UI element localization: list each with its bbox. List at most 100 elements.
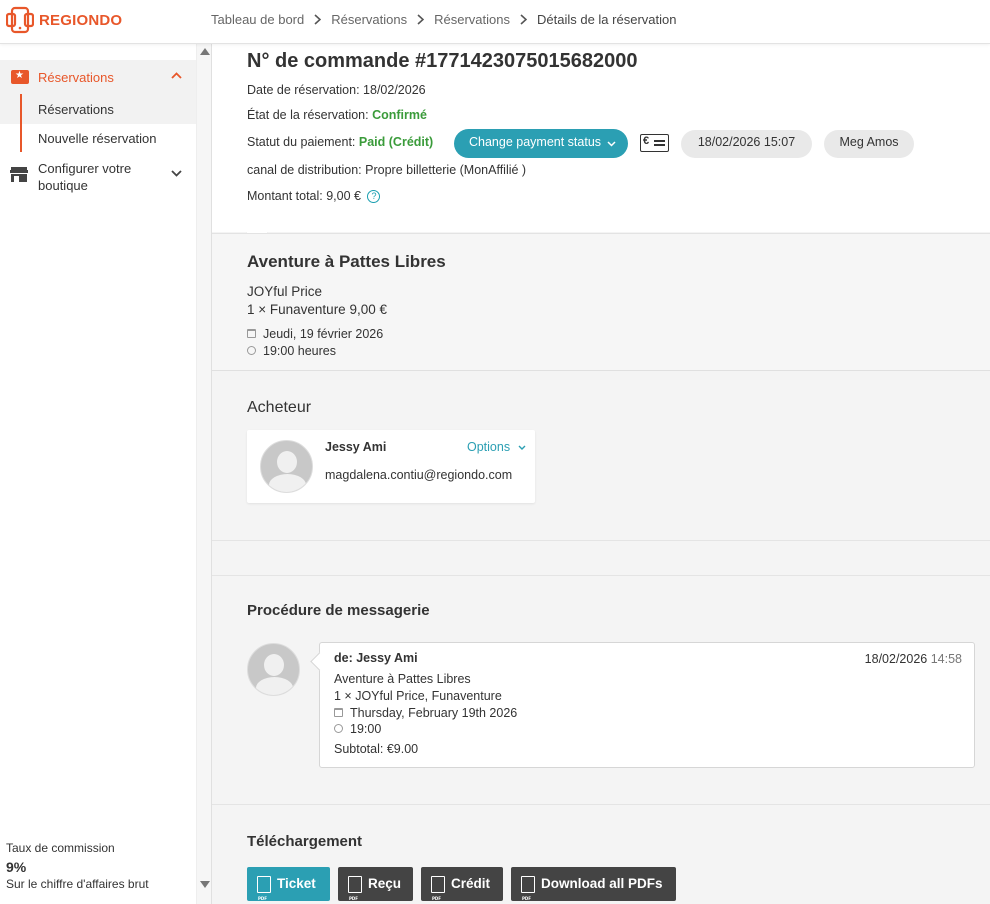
breadcrumb-dashboard[interactable]: Tableau de bord bbox=[211, 12, 304, 27]
avatar-body bbox=[269, 474, 306, 492]
chevron-down-icon bbox=[518, 445, 526, 451]
total-label: Montant total: bbox=[247, 189, 323, 203]
chevron-right-icon bbox=[314, 14, 322, 25]
regiondo-logo-icon bbox=[6, 6, 34, 34]
total-amount: Montant total: 9,00 € ? bbox=[247, 189, 381, 204]
cash-payment-icon[interactable]: € bbox=[640, 134, 669, 152]
button-label: Crédit bbox=[451, 876, 491, 891]
message-sender: de: Jessy Ami bbox=[334, 651, 418, 665]
avatar-head bbox=[264, 654, 284, 676]
avatar-head bbox=[277, 451, 297, 473]
button-label: Reçu bbox=[368, 876, 402, 891]
message-line: 1 × JOYful Price, Funaventure bbox=[334, 689, 502, 703]
pdf-icon bbox=[257, 876, 271, 904]
clock-icon bbox=[334, 724, 343, 734]
buyer-section: Acheteur Jessy Ami Options magdalena.con… bbox=[212, 372, 990, 540]
sidebar-item-label: Réservations bbox=[38, 70, 114, 85]
booking-status-value: Confirmé bbox=[372, 108, 427, 122]
message-timestamp: 18/02/2026 14:58 bbox=[865, 652, 962, 666]
breadcrumb-reservations[interactable]: Réservations bbox=[331, 12, 407, 27]
calendar-icon bbox=[334, 708, 343, 718]
downloads-section: Téléchargement Ticket Reçu Crédit Downlo… bbox=[212, 804, 990, 904]
sidebar-item-shop[interactable]: Configurer votre boutique bbox=[0, 159, 196, 197]
cash-line bbox=[654, 140, 665, 142]
breadcrumb-current: Détails de la réservation bbox=[537, 12, 677, 27]
booking-status-label: État de la réservation: bbox=[247, 108, 369, 122]
pdf-icon bbox=[348, 876, 362, 904]
channel-label: canal de distribution: bbox=[247, 163, 362, 177]
change-payment-label: Change payment status bbox=[469, 135, 602, 149]
button-label: Download all PDFs bbox=[541, 876, 663, 891]
product-time-value: 19:00 heures bbox=[263, 344, 336, 358]
download-credit-button[interactable]: Crédit bbox=[421, 867, 503, 904]
message-time-line: 19:00 bbox=[334, 722, 381, 736]
payment-status: Statut du paiement: Paid (Crédit) bbox=[247, 135, 433, 149]
options-dropdown[interactable]: Options bbox=[467, 440, 526, 454]
product-time: 19:00 heures bbox=[247, 344, 336, 358]
help-icon[interactable]: ? bbox=[367, 190, 381, 204]
booking-date-label: Date de réservation: bbox=[247, 83, 360, 97]
avatar bbox=[247, 643, 300, 696]
pdf-icon bbox=[521, 876, 535, 904]
sidebar-item-reservations[interactable]: Réservations bbox=[0, 60, 196, 94]
clock-icon bbox=[247, 346, 256, 356]
breadcrumb: Tableau de bord Réservations Réservation… bbox=[211, 12, 676, 27]
payment-status-label: Statut du paiement: bbox=[247, 135, 356, 149]
cash-line bbox=[654, 144, 665, 146]
sidebar-scrollbar[interactable] bbox=[196, 44, 211, 904]
scroll-up-icon[interactable] bbox=[200, 48, 210, 55]
product-section: Aventure à Pattes Libres JOYful Price 1 … bbox=[212, 233, 990, 371]
messaging-section: Procédure de messagerie de: Jessy Ami 18… bbox=[212, 576, 990, 804]
product-date: Jeudi, 19 février 2026 bbox=[247, 327, 383, 341]
commission-value: 9% bbox=[6, 859, 27, 875]
star-ticket-icon bbox=[11, 70, 29, 84]
product-date-value: Jeudi, 19 février 2026 bbox=[263, 327, 384, 341]
button-label: Ticket bbox=[277, 876, 316, 891]
top-bar: REGIONDO Tableau de bord Réservations Ré… bbox=[0, 0, 990, 44]
message-line: Aventure à Pattes Libres bbox=[334, 672, 471, 686]
message-time-text: 19:00 bbox=[350, 722, 382, 736]
chevron-up-icon bbox=[171, 72, 182, 79]
sidebar-item-label: Configurer votre boutique bbox=[38, 161, 132, 193]
logo-text: REGIONDO bbox=[39, 11, 123, 29]
submenu-indicator bbox=[20, 94, 22, 152]
options-label: Options bbox=[467, 440, 511, 454]
sidebar-subitem-reservations[interactable]: Réservations bbox=[38, 102, 114, 117]
messaging-heading: Procédure de messagerie bbox=[247, 602, 430, 619]
message-date: 18/02/2026 bbox=[864, 652, 928, 666]
message-bubble: de: Jessy Ami 18/02/2026 14:58 Aventure … bbox=[319, 642, 975, 768]
chevron-right-icon bbox=[520, 14, 527, 25]
order-number: N° de commande #1771423075015682000 bbox=[247, 50, 638, 72]
chevron-right-icon bbox=[417, 14, 425, 25]
avatar-body bbox=[256, 677, 293, 695]
channel-value: Propre billetterie (MonAffilié ) bbox=[365, 163, 527, 177]
commission-label: Taux de commission bbox=[6, 841, 115, 855]
total-value: 9,00 € bbox=[326, 189, 361, 203]
price-name: JOYful Price bbox=[247, 284, 323, 299]
chevron-down-icon bbox=[607, 141, 616, 147]
euro-glyph: € bbox=[643, 135, 650, 147]
sidebar: Réservations Réservations Nouvelle réser… bbox=[0, 44, 196, 904]
downloads-heading: Téléchargement bbox=[247, 833, 363, 850]
breadcrumb-reservations-list[interactable]: Réservations bbox=[434, 12, 510, 27]
download-receipt-button[interactable]: Reçu bbox=[338, 867, 413, 904]
change-payment-status-button[interactable]: Change payment status bbox=[454, 129, 628, 158]
buyer-heading: Acheteur bbox=[247, 399, 312, 416]
buyer-email[interactable]: magdalena.contiu@regiondo.com bbox=[325, 468, 512, 482]
agent-badge: Meg Amos bbox=[824, 130, 914, 158]
regiondo-logo[interactable]: REGIONDO bbox=[6, 6, 122, 34]
scroll-down-icon[interactable] bbox=[200, 881, 210, 888]
timestamp-badge: 18/02/2026 15:07 bbox=[681, 130, 812, 158]
message-time: 14:58 bbox=[930, 652, 962, 666]
main-content: N° de commande #1771423075015682000 Date… bbox=[212, 44, 990, 904]
download-all-pdfs-button[interactable]: Download all PDFs bbox=[511, 867, 676, 904]
download-ticket-button[interactable]: Ticket bbox=[247, 867, 330, 904]
buyer-card: Jessy Ami Options magdalena.contiu@regio… bbox=[247, 430, 535, 503]
buyer-name: Jessy Ami bbox=[325, 440, 387, 454]
sidebar-subitem-new-reservation[interactable]: Nouvelle réservation bbox=[38, 131, 157, 146]
commission-info: Taux de commission 9% Sur le chiffre d'a… bbox=[6, 841, 149, 891]
message-date-text: Thursday, February 19th 2026 bbox=[350, 706, 518, 720]
empty-section bbox=[212, 540, 990, 576]
payment-status-value: Paid (Crédit) bbox=[358, 135, 434, 149]
commission-subtitle: Sur le chiffre d'affaires brut bbox=[6, 877, 149, 891]
